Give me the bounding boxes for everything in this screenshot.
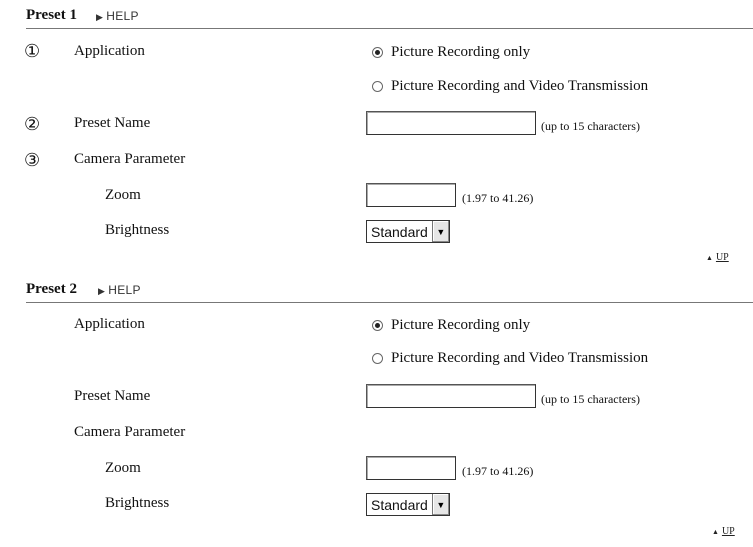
triangle-down-icon: ▼ — [436, 499, 446, 510]
preset-2-divider — [26, 302, 753, 303]
radio-selected-icon[interactable] — [372, 47, 383, 58]
camera-parameter-label: Camera Parameter — [74, 424, 186, 440]
radio-unselected-icon[interactable] — [372, 353, 383, 364]
preset-1-title: Preset 1 — [26, 7, 77, 23]
triangle-down-icon: ▼ — [436, 226, 446, 237]
step-1-marker: ① — [24, 41, 41, 62]
zoom-hint: (1.97 to 41.26) — [462, 191, 534, 205]
preset-name-hint: (up to 15 characters) — [541, 392, 640, 406]
zoom-input[interactable] — [366, 183, 456, 207]
zoom-hint: (1.97 to 41.26) — [462, 464, 534, 478]
step-2-marker: ② — [24, 114, 41, 135]
preset-1-help-link[interactable]: ▶ HELP — [96, 9, 139, 23]
brightness-select[interactable]: Standard ▼ — [366, 220, 450, 243]
preset-1-up-link[interactable]: ▲ UP — [706, 252, 729, 263]
picture-and-video-radio[interactable]: Picture Recording and Video Transmission — [372, 350, 648, 367]
application-label: Application — [74, 43, 145, 59]
radio-unselected-icon[interactable] — [372, 81, 383, 92]
picture-recording-only-radio[interactable]: Picture Recording only — [372, 44, 530, 61]
picture-and-video-radio[interactable]: Picture Recording and Video Transmission — [372, 78, 648, 95]
radio-selected-icon[interactable] — [372, 320, 383, 331]
preset-2-help-link[interactable]: ▶ HELP — [98, 283, 141, 297]
triangle-up-icon: ▲ — [712, 527, 719, 536]
brightness-label: Brightness — [105, 222, 170, 238]
preset-name-label: Preset Name — [74, 388, 151, 404]
dropdown-button[interactable]: ▼ — [431, 494, 449, 515]
triangle-up-icon: ▲ — [706, 253, 713, 262]
preset-name-input[interactable] — [366, 111, 536, 135]
camera-parameter-label: Camera Parameter — [74, 151, 186, 167]
zoom-label: Zoom — [105, 187, 141, 203]
step-3-marker: ③ — [24, 150, 41, 171]
preset-name-input[interactable] — [366, 384, 536, 408]
preset-name-hint: (up to 15 characters) — [541, 119, 640, 133]
preset-1-divider — [26, 28, 753, 29]
triangle-right-icon: ▶ — [96, 12, 104, 22]
application-label: Application — [74, 316, 145, 332]
dropdown-button[interactable]: ▼ — [431, 221, 449, 242]
triangle-right-icon: ▶ — [98, 286, 106, 296]
preset-2-title: Preset 2 — [26, 281, 77, 297]
brightness-select[interactable]: Standard ▼ — [366, 493, 450, 516]
zoom-label: Zoom — [105, 460, 141, 476]
preset-2-up-link[interactable]: ▲ UP — [712, 526, 735, 537]
preset-name-label: Preset Name — [74, 115, 151, 131]
picture-recording-only-radio[interactable]: Picture Recording only — [372, 317, 530, 334]
zoom-input[interactable] — [366, 456, 456, 480]
brightness-label: Brightness — [105, 495, 170, 511]
